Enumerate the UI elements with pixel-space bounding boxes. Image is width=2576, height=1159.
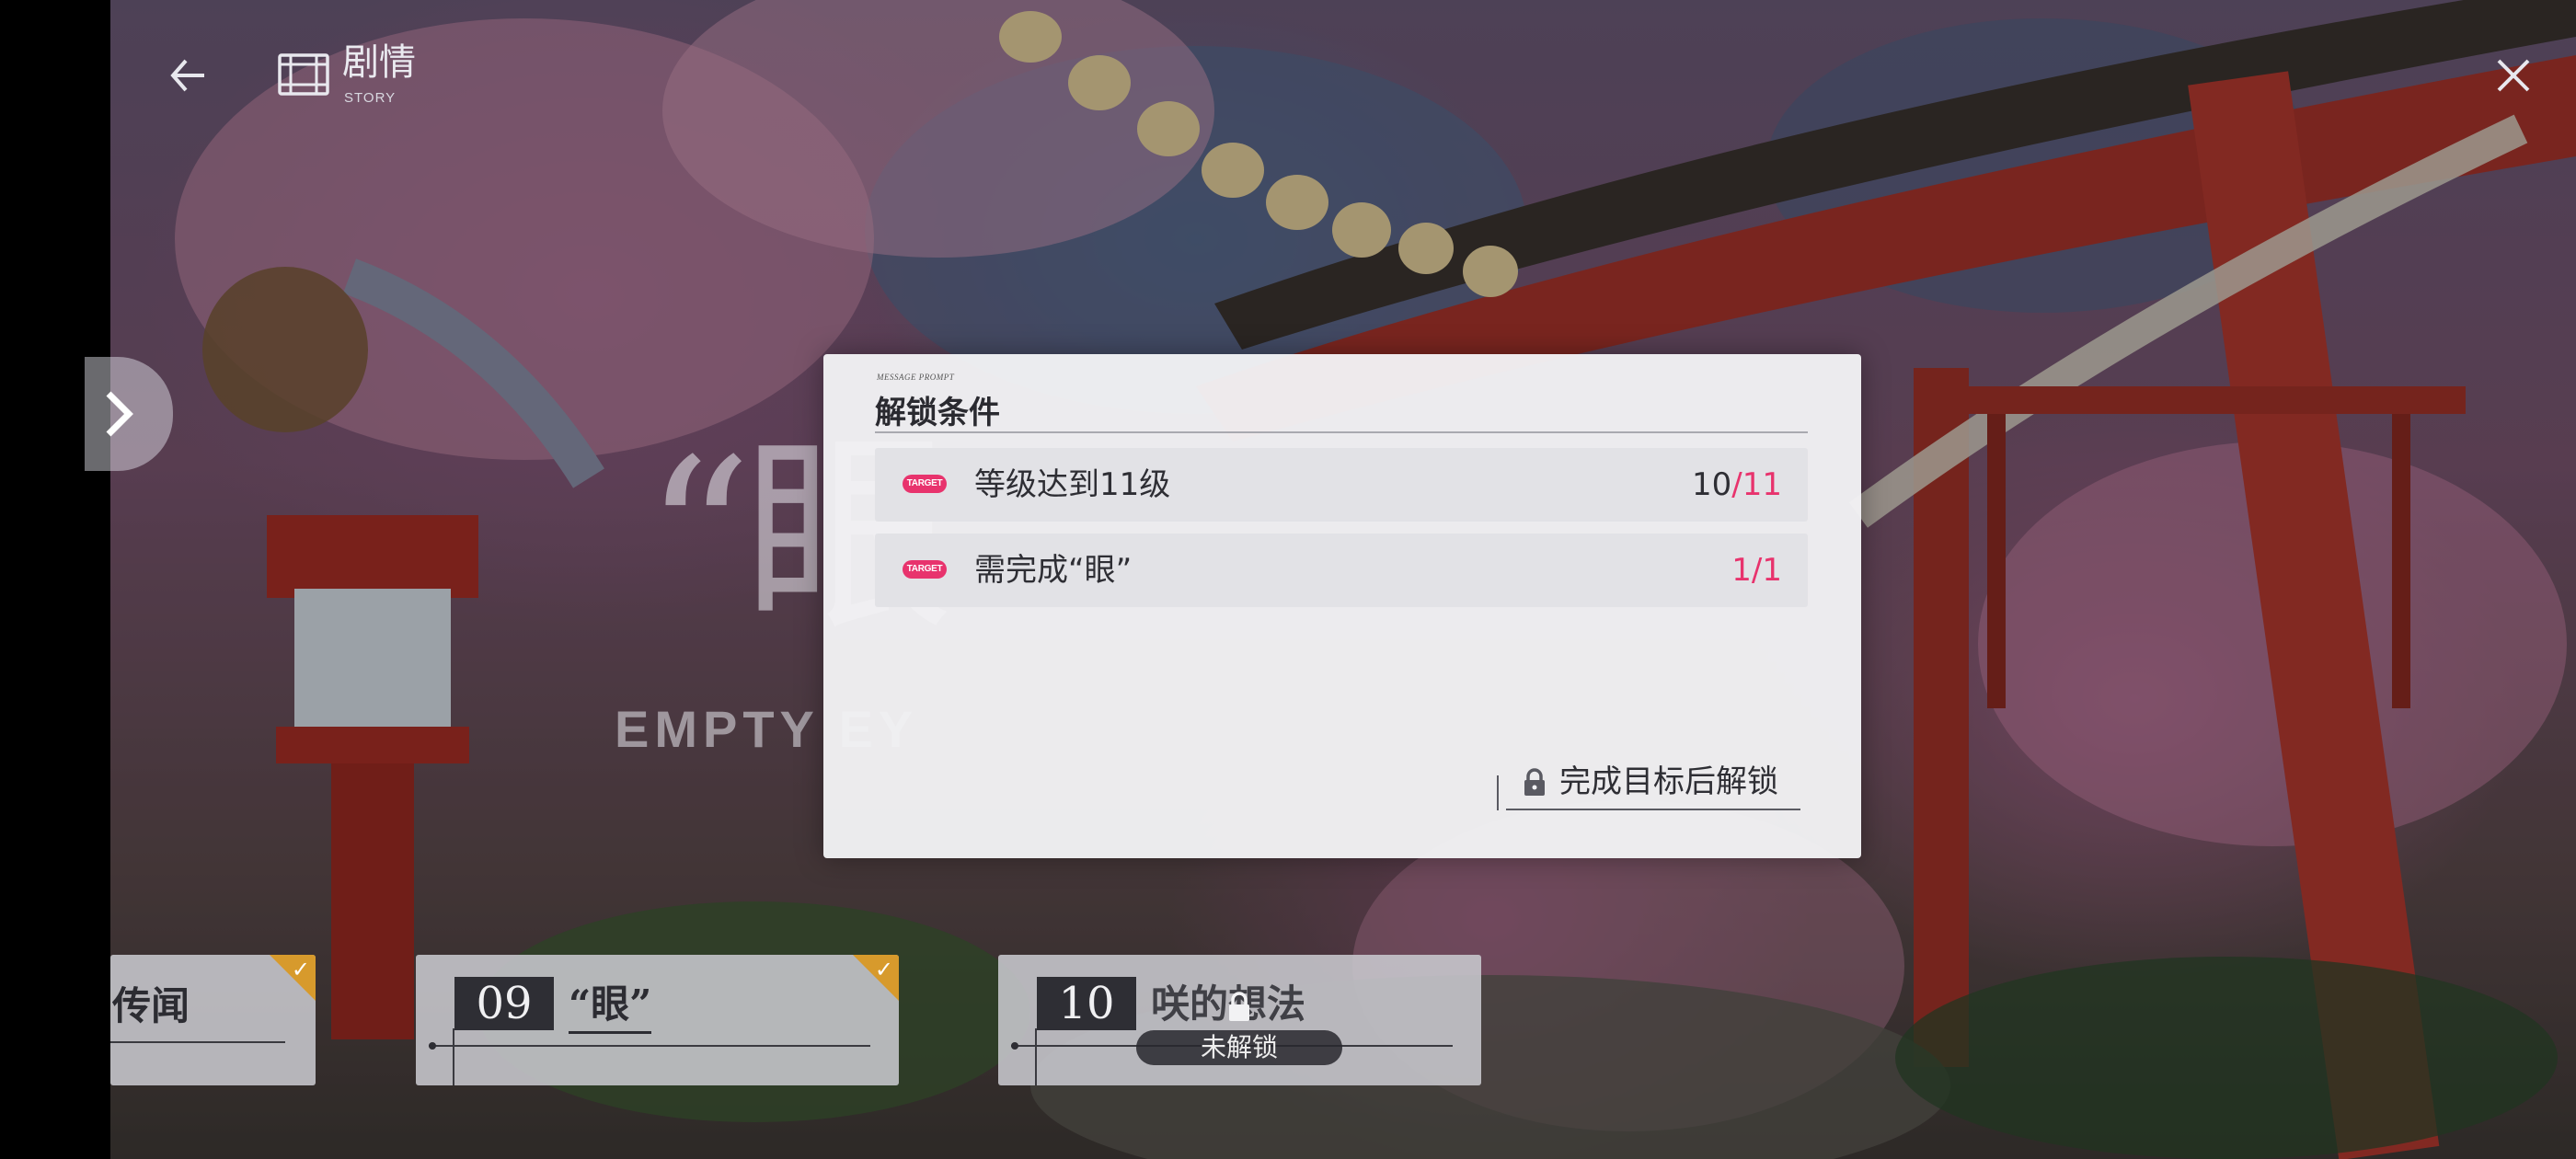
condition-row: TARGET 需完成“眼” 1/1: [875, 534, 1808, 607]
close-button[interactable]: [2493, 55, 2534, 96]
chapter-number: 10: [1037, 977, 1136, 1030]
dialog-title: 解锁条件: [875, 395, 1000, 431]
title-divider: [875, 431, 1808, 433]
hint-underline: [1506, 809, 1800, 810]
close-icon: [2497, 59, 2530, 92]
condition-progress: 1/1: [1731, 550, 1782, 591]
progress-separator: /: [1731, 466, 1742, 503]
condition-text: 等级达到11级: [974, 466, 1171, 503]
lock-icon: [1524, 768, 1545, 796]
back-button[interactable]: [164, 52, 212, 99]
lock-icon: [1229, 992, 1249, 1021]
chapter-card-09[interactable]: 09 “眼” ✓: [416, 955, 899, 1085]
chapter-card-rumor[interactable]: 传闻 ✓: [110, 955, 316, 1085]
progress-max: 11: [1742, 466, 1782, 503]
divider: [110, 1041, 285, 1043]
check-icon: ✓: [874, 957, 893, 982]
chapter-title: 传闻: [112, 983, 190, 1028]
timeline-dot: [1011, 1042, 1018, 1050]
arrow-left-icon: [170, 59, 204, 92]
page-subtitle: STORY: [344, 90, 397, 106]
condition-progress: 10/11: [1692, 465, 1782, 505]
dialog-eyebrow: MESSAGE PROMPT: [877, 373, 955, 382]
locked-status-badge: 未解锁: [1136, 1030, 1342, 1065]
unlock-hint: 完成目标后解锁: [1497, 761, 1800, 810]
divider: [429, 1045, 870, 1047]
timeline-line: [1035, 1028, 1037, 1085]
chevron-right-icon: [106, 391, 133, 437]
unlock-conditions-dialog: MESSAGE PROMPT 解锁条件 TARGET 等级达到11级 10/11…: [823, 354, 1861, 858]
target-tag: TARGET: [903, 560, 947, 579]
target-tag: TARGET: [903, 475, 947, 493]
progress-separator: /: [1751, 552, 1763, 589]
progress-current: 10: [1692, 466, 1732, 503]
condition-text: 需完成“眼”: [974, 552, 1133, 589]
chapter-title: “眼”: [569, 973, 652, 1034]
condition-row: TARGET 等级达到11级 10/11: [875, 448, 1808, 522]
hint-bracket: [1497, 775, 1510, 810]
page-title: 剧情: [342, 41, 416, 84]
progress-current: 1: [1731, 552, 1752, 589]
progress-max: 1: [1762, 552, 1782, 589]
timeline-line: [453, 1028, 454, 1085]
unlock-hint-text: 完成目标后解锁: [1559, 763, 1778, 800]
check-icon: ✓: [291, 957, 310, 982]
timeline-dot: [429, 1042, 436, 1050]
chapter-number: 09: [454, 977, 554, 1030]
film-icon: [276, 50, 331, 99]
chapter-card-10[interactable]: 10 咲的想法 未解锁: [998, 955, 1481, 1085]
